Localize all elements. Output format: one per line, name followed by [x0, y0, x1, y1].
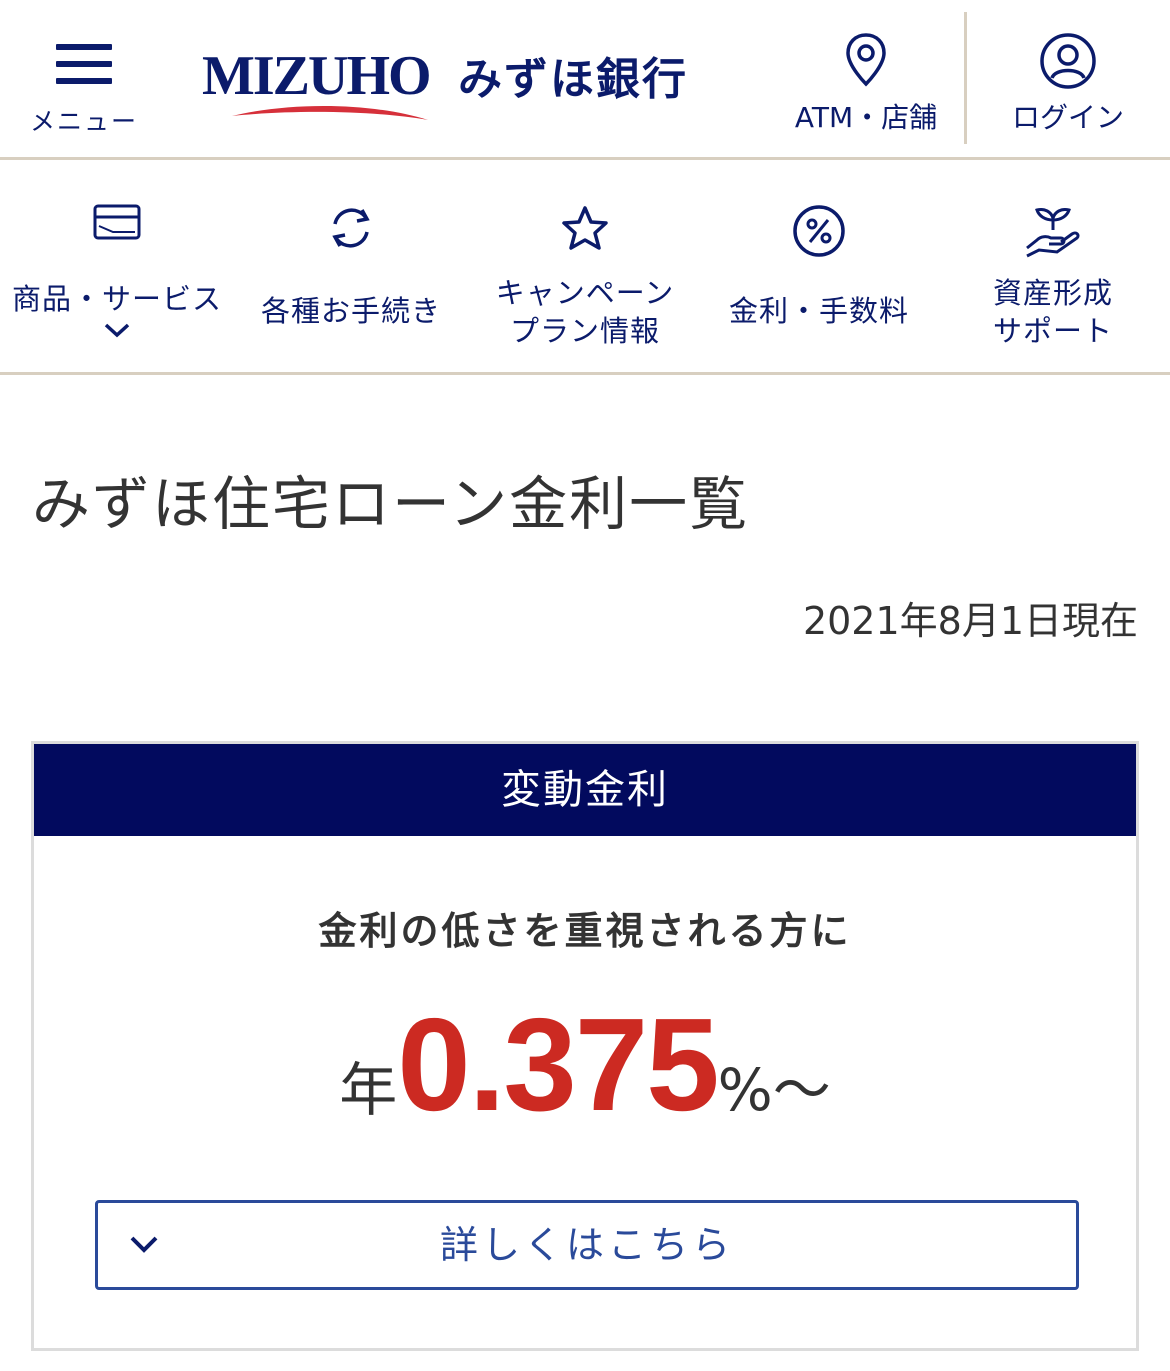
percent-icon [793, 205, 845, 257]
mizuho-logo[interactable]: MIZUHO [202, 44, 432, 128]
nav-label-line1: キャンペーン [495, 276, 675, 310]
nav-asset-building[interactable]: 資産形成 サポート [936, 160, 1170, 372]
chevron-down-icon [104, 323, 130, 338]
menu-button[interactable]: メニュー [22, 36, 146, 140]
user-icon [1040, 33, 1096, 89]
location-pin-icon [846, 33, 886, 87]
details-button[interactable]: 詳しくはこちら [95, 1200, 1079, 1290]
card-header: 変動金利 [34, 744, 1136, 836]
page-title: みずほ住宅ローン金利一覧 [32, 470, 750, 538]
as-of-date: 2021年8月1日現在 [802, 599, 1138, 643]
menu-label: メニュー [29, 107, 138, 136]
refresh-icon [332, 208, 370, 248]
category-nav: 商品・サービス 各種お手続き キャンペーン プラン情報 金利・手数料 資産形成 … [0, 160, 1170, 375]
logo-swoosh-icon [232, 105, 428, 120]
rate-prefix: 年 [339, 1056, 398, 1124]
site-header: メニュー MIZUHO みずほ銀行 ATM・店舗 ログイン [0, 0, 1170, 160]
login-label: ログイン [1011, 101, 1124, 134]
header-divider [964, 12, 967, 144]
nav-label-line1: 資産形成 [992, 276, 1113, 310]
nav-label-line2: サポート [992, 314, 1113, 348]
rate-display: 年0.375%〜 [34, 999, 1136, 1170]
variable-rate-card: 変動金利 金利の低さを重視される方に 年0.375%〜 詳しくはこちら [31, 741, 1139, 1351]
rate-suffix: %〜 [717, 1056, 831, 1124]
nav-rates-fees[interactable]: 金利・手数料 [702, 160, 936, 372]
nav-label: 各種お手続き [260, 294, 441, 328]
nav-procedures[interactable]: 各種お手続き [234, 160, 468, 372]
details-button-label: 詳しくはこちら [439, 1223, 734, 1267]
nav-campaign-plan[interactable]: キャンペーン プラン情報 [468, 160, 702, 372]
hamburger-icon [56, 44, 112, 88]
nav-label: 商品・サービス [11, 282, 222, 316]
atm-store-label: ATM・店舗 [794, 101, 938, 134]
nav-products-services[interactable]: 商品・サービス [0, 160, 234, 372]
login-button[interactable]: ログイン [996, 28, 1140, 140]
nav-label: 金利・手数料 [728, 294, 909, 328]
nav-label-line2: プラン情報 [509, 314, 660, 348]
card-subtitle: 金利の低さを重視される方に [318, 909, 852, 953]
rate-value: 0.375 [397, 991, 719, 1138]
logo-wordmark: MIZUHO [202, 45, 432, 107]
card-icon [93, 204, 141, 240]
star-icon [562, 206, 608, 250]
atm-store-button[interactable]: ATM・店舗 [780, 28, 952, 140]
hand-plant-icon [1026, 208, 1080, 258]
bank-name: みずほ銀行 [458, 54, 688, 105]
